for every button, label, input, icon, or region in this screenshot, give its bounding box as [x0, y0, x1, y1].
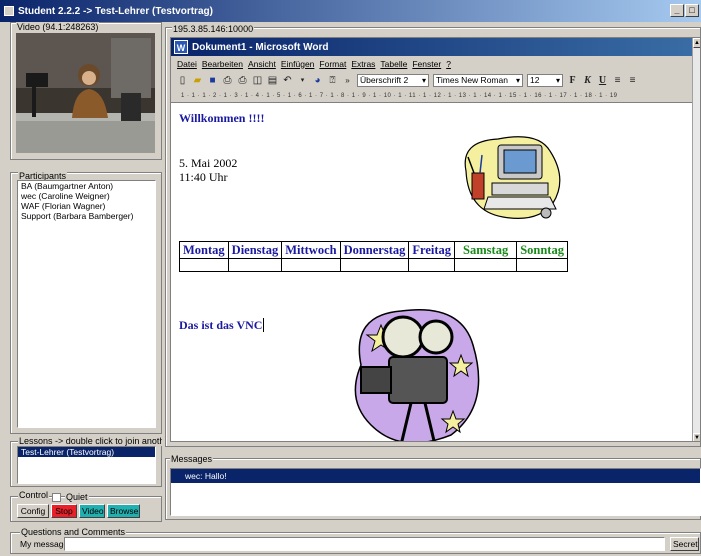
word-titlebar: W Dokument1 - Microsoft Word [171, 38, 700, 56]
menu-datei[interactable]: Datei [177, 59, 197, 69]
undo-dropdown-icon[interactable]: ▾ [297, 75, 308, 86]
menu-ansicht[interactable]: Ansicht [248, 59, 276, 69]
participant-item[interactable]: Support (Barbara Bamberger) [18, 211, 155, 221]
lessons-list[interactable]: Test-Lehrer (Testvortrag) [17, 446, 156, 484]
message-input[interactable] [64, 537, 665, 551]
word-menubar: Datei Bearbeiten Ansicht Einfügen Format… [171, 56, 700, 71]
menu-format[interactable]: Format [319, 59, 346, 69]
quiet-label: Quiet [65, 492, 89, 502]
align-left-icon[interactable]: ≡ [612, 75, 623, 86]
empty-cell [227, 258, 283, 272]
italic-button[interactable]: K [582, 75, 593, 86]
day-cell: Sonntag [516, 241, 568, 259]
participants-list[interactable]: BA (Baumgartner Anton) wec (Caroline Wei… [17, 180, 156, 428]
participant-item[interactable]: wec (Caroline Weigner) [18, 191, 155, 201]
doc-date: 5. Mai 2002 [179, 156, 238, 170]
empty-cell [179, 258, 229, 272]
text-cursor [263, 318, 265, 332]
maximize-button[interactable]: □ [685, 4, 699, 17]
video-label: Video (94.1:248263) [16, 22, 100, 32]
config-button[interactable]: Config [17, 504, 49, 518]
message-item[interactable]: wec: Hallo! [171, 469, 700, 483]
empty-cell [281, 258, 341, 272]
vnc-remote-screen[interactable]: W Dokument1 - Microsoft Word Datei Bearb… [170, 37, 701, 442]
vnc-address: 195.3.85.146:10000 [172, 24, 255, 34]
menu-help[interactable]: ? [446, 59, 451, 69]
toolbar-overflow-icon[interactable]: » [342, 75, 353, 86]
size-combo[interactable]: 12 [527, 74, 563, 87]
align-center-icon[interactable]: ≡ [627, 75, 638, 86]
video-button[interactable]: Video [79, 504, 105, 518]
print-icon[interactable]: ⎙ [237, 75, 248, 86]
scroll-down-arrow-icon[interactable]: ▼ [693, 433, 700, 441]
menu-bearbeiten[interactable]: Bearbeiten [202, 59, 243, 69]
style-combo[interactable]: Überschrift 2 [357, 74, 429, 87]
new-document-icon[interactable]: ▯ [177, 75, 188, 86]
doc-vnc-text-content: Das ist das VNC [179, 318, 263, 332]
day-cell: Samstag [454, 241, 518, 259]
quiet-checkbox[interactable] [52, 493, 61, 502]
control-label: Control [18, 490, 50, 500]
font-combo[interactable]: Times New Roman [433, 74, 523, 87]
day-cell: Montag [179, 241, 229, 259]
lesson-item[interactable]: Test-Lehrer (Testvortrag) [18, 447, 155, 457]
window-titlebar: Student 2.2.2 -> Test-Lehrer (Testvortra… [0, 0, 701, 22]
day-cell: Freitag [408, 241, 456, 259]
participant-item[interactable]: WAF (Florian Wagner) [18, 201, 155, 211]
menu-einfuegen[interactable]: Einfügen [281, 59, 315, 69]
empty-cell [454, 258, 518, 272]
word-ruler: 1 · 1 · 1 · 2 · 1 · 3 · 1 · 4 · 1 · 5 · … [171, 90, 696, 103]
print-preview-icon[interactable]: ◫ [252, 75, 263, 86]
browse-button[interactable]: Browse [107, 504, 140, 518]
help-icon[interactable]: ⍰ [327, 75, 338, 86]
day-cell: Dienstag [227, 241, 283, 259]
empty-cell [408, 258, 456, 272]
word-title: Dokument1 - Microsoft Word [192, 41, 329, 53]
video-frame-image [16, 33, 155, 153]
messages-list[interactable]: wec: Hallo! [170, 468, 701, 516]
day-cell: Mittwoch [281, 241, 341, 259]
video-feed [16, 33, 155, 153]
bold-button[interactable]: F [567, 75, 578, 86]
menu-fenster[interactable]: Fenster [412, 59, 441, 69]
doc-time: 11:40 Uhr [179, 170, 228, 184]
film-camera-clipart [354, 309, 480, 441]
empty-cell [516, 258, 568, 272]
day-cell: Donnerstag [339, 241, 410, 259]
scroll-up-arrow-icon[interactable]: ▲ [693, 38, 700, 48]
permission-icon[interactable]: ⎙ [222, 75, 233, 86]
undo-icon[interactable]: ↶ [282, 75, 293, 86]
weekday-table: Montag Dienstag Mittwoch Donnerstag Frei… [179, 241, 568, 272]
stop-button[interactable]: Stop [51, 504, 77, 518]
participant-item[interactable]: BA (Baumgartner Anton) [18, 181, 155, 191]
lessons-label: Lessons -> double click to join another … [18, 436, 162, 446]
paste-icon[interactable]: ▤ [267, 75, 278, 86]
underline-button[interactable]: U [597, 75, 608, 86]
doc-vnc-text: Das ist das VNC [179, 318, 265, 333]
doc-welcome: Willkommen !!!! [179, 111, 265, 125]
app-icon [4, 6, 14, 16]
questions-label: Questions and Comments [20, 527, 127, 537]
word-app-icon: W [174, 40, 188, 54]
web-icon[interactable]: ◕ [312, 75, 323, 86]
word-document[interactable]: Willkommen !!!! 5. Mai 2002 11:40 Uhr Mo… [171, 103, 695, 441]
minimize-button[interactable]: _ [670, 4, 684, 17]
my-message-label: My message: [20, 539, 71, 549]
word-vertical-scrollbar[interactable]: ▲ ▼ [692, 38, 700, 441]
send-button[interactable]: Secret [670, 537, 699, 551]
empty-cell [339, 258, 410, 272]
messages-label: Messages [170, 454, 214, 464]
menu-extras[interactable]: Extras [351, 59, 375, 69]
save-icon[interactable]: ■ [207, 75, 218, 86]
menu-tabelle[interactable]: Tabelle [380, 59, 407, 69]
window-title: Student 2.2.2 -> Test-Lehrer (Testvortra… [18, 5, 213, 17]
computer-clipart [464, 136, 561, 219]
open-folder-icon[interactable]: ▰ [192, 75, 203, 86]
word-toolbar: ▯ ▰ ■ ⎙ ⎙ ◫ ▤ ↶ ▾ ◕ ⍰ » Überschrift 2 Ti… [171, 71, 700, 90]
